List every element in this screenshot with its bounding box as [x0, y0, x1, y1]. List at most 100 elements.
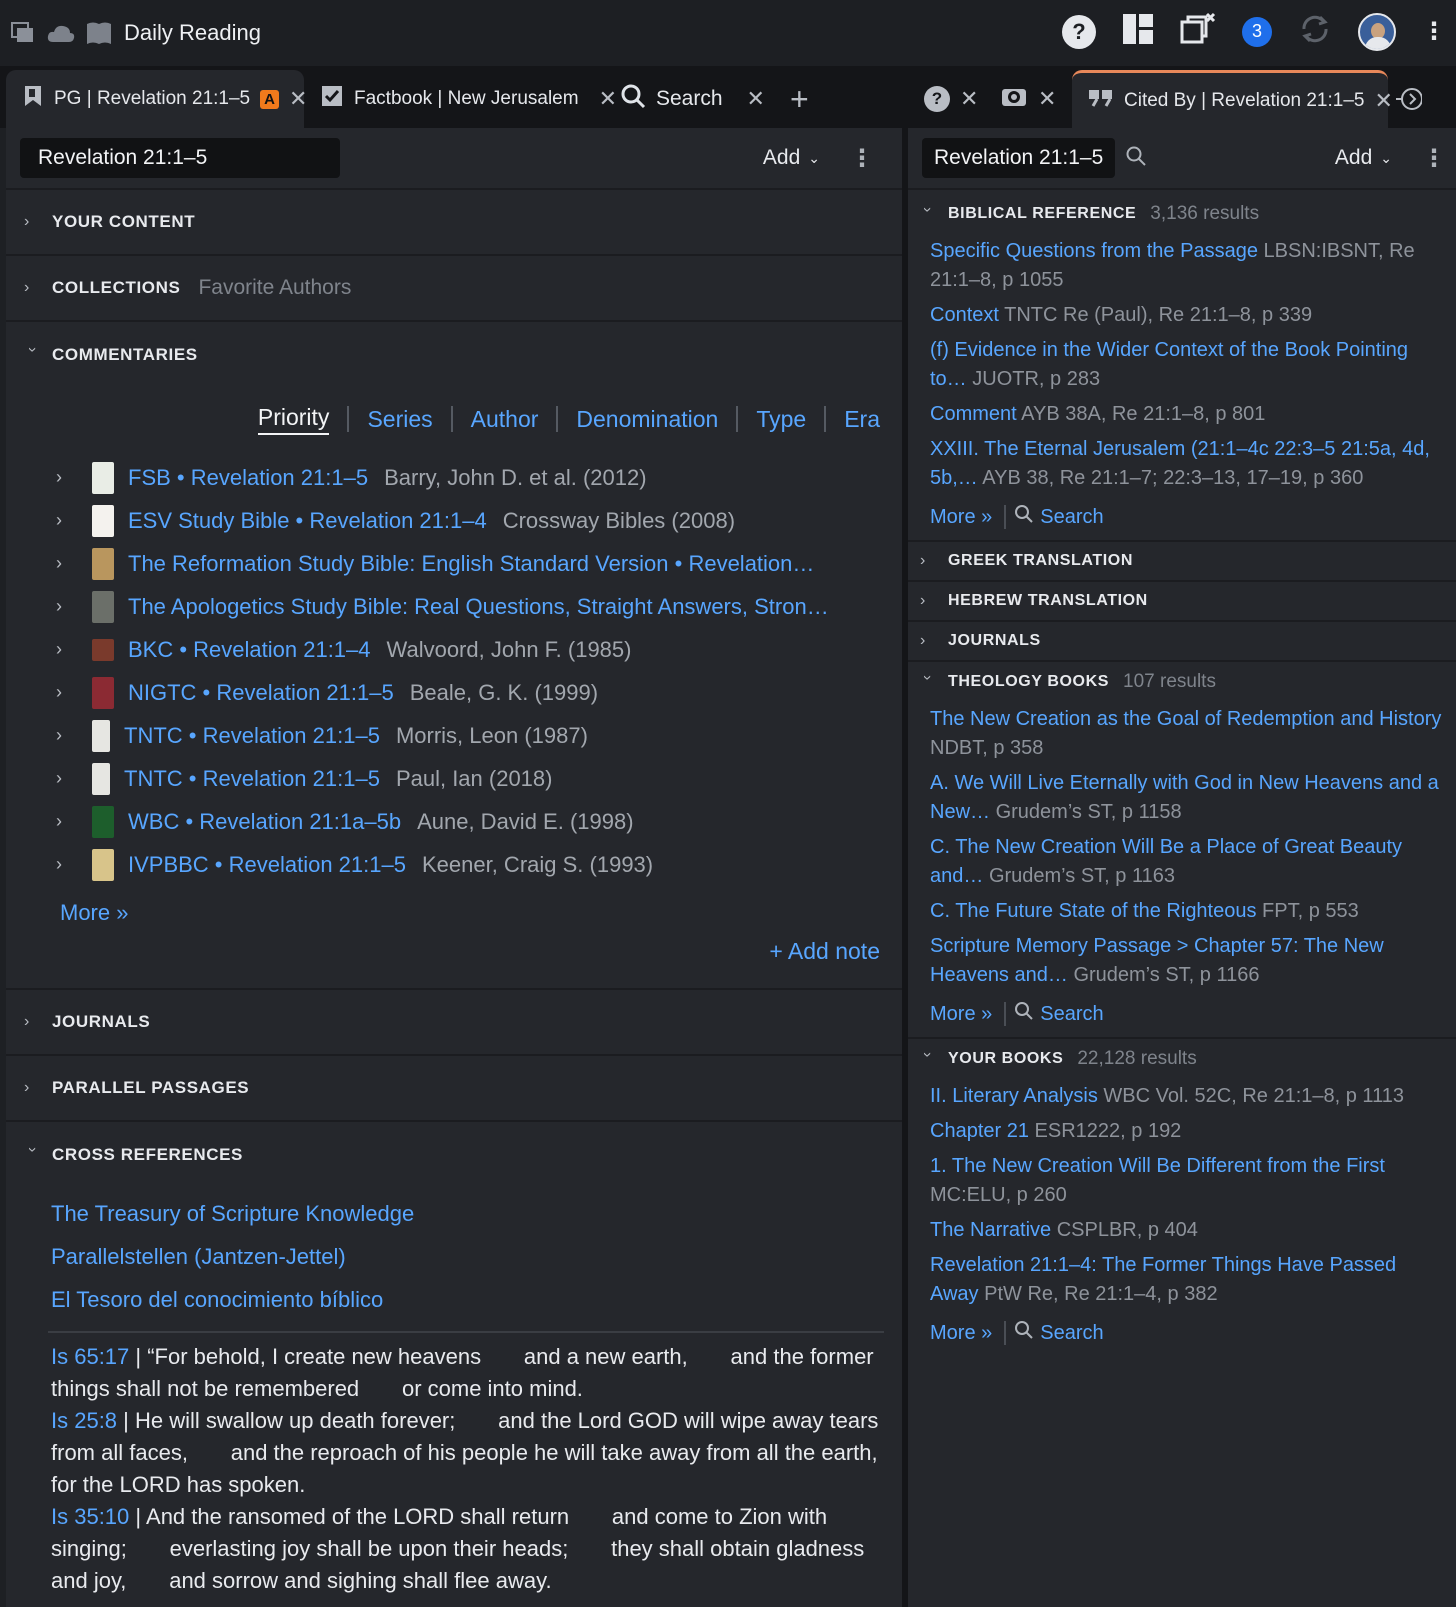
commentary-title[interactable]: ESV Study Bible • Revelation 21:1–4 — [128, 508, 487, 534]
commentary-row[interactable]: › IVPBBC • Revelation 21:1–5 Keener, Cra… — [6, 843, 902, 886]
commentary-row[interactable]: › TNTC • Revelation 21:1–5 Morris, Leon … — [6, 714, 902, 757]
chevron-right-icon[interactable]: › — [56, 553, 92, 574]
tab-cited-by[interactable]: Cited By | Revelation 21:1–5 ✕ — [1072, 70, 1393, 128]
close-icon[interactable]: ✕ — [747, 86, 765, 112]
filter-denomination[interactable]: Denomination — [576, 406, 718, 433]
cross-ref-source-link[interactable]: Parallelstellen (Jantzen-Jettel) — [6, 1235, 902, 1278]
tab-help[interactable]: ? ✕ — [914, 70, 990, 128]
passage-input[interactable]: Revelation 21:1–5 — [20, 138, 340, 178]
section-journals[interactable]: › JOURNALS — [6, 990, 902, 1056]
commentary-row[interactable]: › ESV Study Bible • Revelation 21:1–4 Cr… — [6, 499, 902, 542]
chevron-right-icon[interactable]: › — [56, 596, 92, 617]
result-link[interactable]: Chapter 21 — [930, 1120, 1029, 1142]
commentary-title[interactable]: The Apologetics Study Bible: Real Questi… — [128, 594, 829, 620]
result-link[interactable]: 1. The New Creation Will Be Different fr… — [930, 1155, 1385, 1177]
tab-factbook[interactable]: Factbook | New Jerusalem ✕ — [304, 70, 617, 128]
cross-ref-source-link[interactable]: The Treasury of Scripture Knowledge — [6, 1192, 902, 1235]
close-panels-icon[interactable] — [1180, 12, 1216, 51]
sync-icon[interactable] — [1298, 12, 1332, 51]
section-hebrew-translation[interactable]: › HEBREW TRANSLATION — [908, 582, 1456, 622]
commentary-row[interactable]: › WBC • Revelation 21:1a–5b Aune, David … — [6, 800, 902, 843]
more-commentaries-link[interactable]: More » — [60, 900, 128, 925]
more-link[interactable]: More » — [930, 1322, 992, 1345]
filter-priority[interactable]: Priority — [257, 404, 330, 435]
add-note-button[interactable]: + Add note — [769, 938, 880, 964]
result-link[interactable]: Specific Questions from the Passage — [930, 240, 1258, 262]
close-icon[interactable]: ✕ — [960, 86, 978, 112]
verse-ref-link[interactable]: Is 35:10 — [51, 1504, 129, 1529]
commentary-title[interactable]: IVPBBC • Revelation 21:1–5 — [128, 852, 406, 878]
commentary-row[interactable]: › BKC • Revelation 21:1–4 Walvoord, John… — [6, 628, 902, 671]
section-parallel-passages[interactable]: › PARALLEL PASSAGES — [6, 1056, 902, 1122]
notifications-badge[interactable]: 3 — [1242, 16, 1272, 47]
commentary-title[interactable]: TNTC • Revelation 21:1–5 — [124, 723, 380, 749]
result-link[interactable]: The New Creation as the Goal of Redempti… — [930, 708, 1441, 730]
chevron-right-icon[interactable]: › — [56, 467, 92, 488]
result-link[interactable]: Context — [930, 304, 999, 326]
add-button[interactable]: Add ⌄ — [763, 146, 820, 170]
commentary-title[interactable]: WBC • Revelation 21:1a–5b — [128, 809, 401, 835]
search-link[interactable]: Search — [1040, 506, 1103, 529]
commentary-title[interactable]: BKC • Revelation 21:1–4 — [128, 637, 371, 663]
commentary-title[interactable]: TNTC • Revelation 21:1–5 — [124, 766, 380, 792]
more-options-icon[interactable]: ⋮ — [1422, 17, 1446, 46]
more-link[interactable]: More » — [930, 506, 992, 529]
tab-passage-guide[interactable]: PG | Revelation 21:1–5 A ✕ — [6, 70, 307, 128]
commentary-row[interactable]: › FSB • Revelation 21:1–5 Barry, John D.… — [6, 456, 902, 499]
verse-ref-link[interactable]: Is 65:17 — [51, 1344, 129, 1369]
next-tabs-icon[interactable] — [1388, 70, 1428, 128]
search-icon[interactable] — [1125, 145, 1147, 172]
more-link[interactable]: More » — [930, 1003, 992, 1026]
commentary-row[interactable]: › NIGTC • Revelation 21:1–5 Beale, G. K.… — [6, 671, 902, 714]
panel-menu-icon[interactable]: ⋮ — [1422, 144, 1446, 173]
result-link[interactable]: Comment — [930, 403, 1017, 425]
section-commentaries[interactable]: › COMMENTARIES — [6, 322, 902, 388]
help-icon[interactable]: ? — [1062, 14, 1096, 49]
tab-visual-filter[interactable]: ✕ — [990, 70, 1066, 128]
cross-ref-source-link[interactable]: El Tesoro del conocimiento bíblico — [6, 1278, 902, 1321]
add-button[interactable]: Add ⌄ — [1335, 146, 1392, 170]
result-link[interactable]: The Narrative — [930, 1219, 1051, 1241]
close-icon[interactable]: ✕ — [1038, 86, 1056, 112]
chevron-right-icon[interactable]: › — [56, 811, 92, 832]
section-collections[interactable]: › COLLECTIONS Favorite Authors — [6, 256, 902, 322]
search-link[interactable]: Search — [1040, 1322, 1103, 1345]
commentary-title[interactable]: FSB • Revelation 21:1–5 — [128, 465, 368, 491]
search-link[interactable]: Search — [1040, 1003, 1103, 1026]
verse-ref-link[interactable]: Is 25:8 — [51, 1408, 117, 1433]
filter-author[interactable]: Author — [471, 406, 539, 433]
filter-type[interactable]: Type — [756, 406, 806, 433]
book-icon[interactable] — [84, 18, 114, 48]
windows-icon[interactable] — [8, 18, 38, 48]
section-greek-translation[interactable]: › GREEK TRANSLATION — [908, 542, 1456, 582]
chevron-right-icon[interactable]: › — [56, 510, 92, 531]
layout-title[interactable]: Daily Reading — [124, 20, 261, 46]
filter-series[interactable]: Series — [367, 406, 432, 433]
tab-search[interactable]: Search ✕ — [604, 70, 774, 128]
layouts-icon[interactable] — [1122, 13, 1154, 50]
section-cross-references[interactable]: › CROSS REFERENCES — [6, 1122, 902, 1188]
section-your-books[interactable]: › YOUR BOOKS 22,128 results — [908, 1039, 1456, 1079]
commentary-row[interactable]: › The Reformation Study Bible: English S… — [6, 542, 902, 585]
section-your-content[interactable]: › YOUR CONTENT — [6, 190, 902, 256]
section-biblical-reference[interactable]: › BIBLICAL REFERENCE 3,136 results — [908, 194, 1456, 234]
chevron-right-icon[interactable]: › — [56, 639, 92, 660]
filter-era[interactable]: Era — [844, 406, 880, 433]
commentary-row[interactable]: › TNTC • Revelation 21:1–5 Paul, Ian (20… — [6, 757, 902, 800]
result-link[interactable]: C. The Future State of the Righteous — [930, 900, 1256, 922]
cloud-icon[interactable] — [46, 18, 76, 48]
new-tab-button[interactable]: + — [774, 70, 834, 128]
passage-input[interactable]: Revelation 21:1–5 — [922, 138, 1116, 178]
commentary-title[interactable]: NIGTC • Revelation 21:1–5 — [128, 680, 394, 706]
avatar[interactable] — [1358, 12, 1396, 51]
section-journals[interactable]: › JOURNALS — [908, 622, 1456, 662]
chevron-right-icon[interactable]: › — [56, 768, 92, 789]
chevron-right-icon[interactable]: › — [56, 854, 92, 875]
section-theology-books[interactable]: › THEOLOGY BOOKS 107 results — [908, 662, 1456, 702]
result-link[interactable]: II. Literary Analysis — [930, 1085, 1098, 1107]
commentary-title[interactable]: The Reformation Study Bible: English Sta… — [128, 551, 814, 577]
chevron-right-icon[interactable]: › — [56, 725, 92, 746]
panel-menu-icon[interactable]: ⋮ — [850, 144, 874, 173]
commentary-row[interactable]: › The Apologetics Study Bible: Real Ques… — [6, 585, 902, 628]
chevron-right-icon[interactable]: › — [56, 682, 92, 703]
